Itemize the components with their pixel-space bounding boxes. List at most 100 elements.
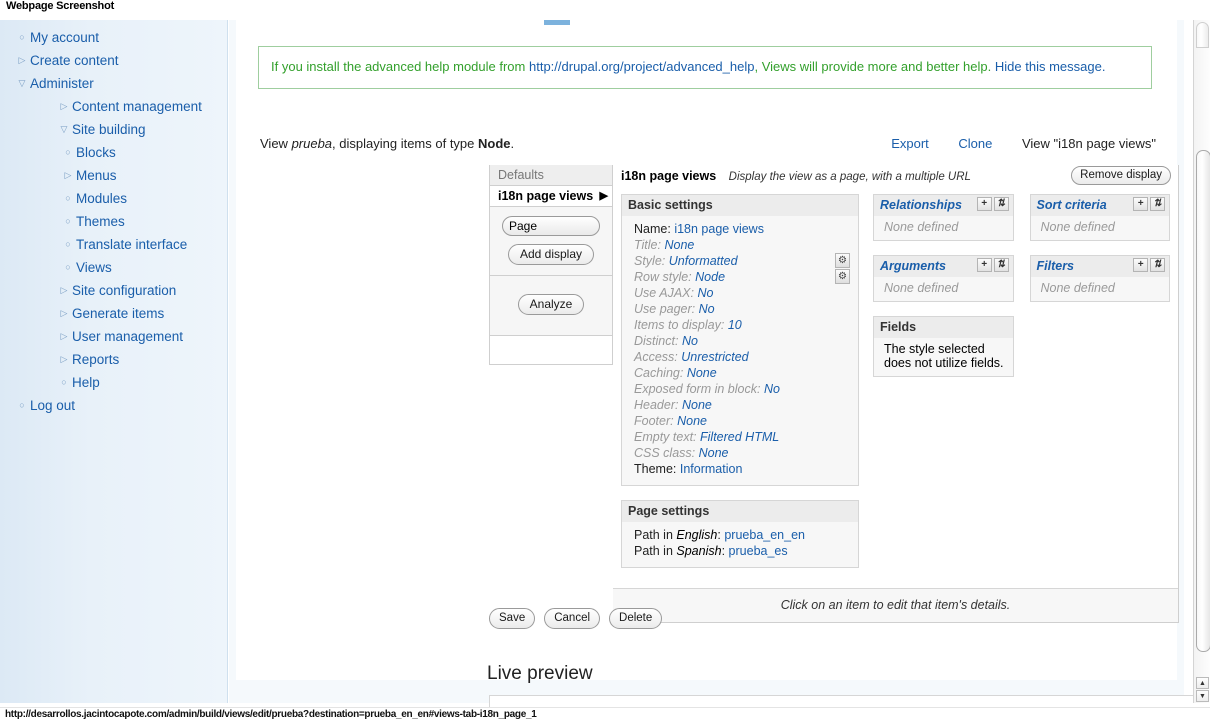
scroll-up-arrow-icon[interactable]: ▲: [1196, 677, 1209, 689]
setting-value[interactable]: Unformatted: [669, 254, 738, 268]
setting-row[interactable]: Access: Unrestricted: [624, 349, 852, 365]
setting-row[interactable]: Distinct: No: [624, 333, 852, 349]
setting-label: CSS class:: [634, 446, 696, 460]
rearrange-icon[interactable]: ⇅: [1150, 197, 1165, 211]
sidebar-item-reports[interactable]: ▷ Reports: [0, 348, 227, 371]
sidebar-item-translate-interface[interactable]: ○ Translate interface: [0, 233, 227, 256]
add-icon[interactable]: +: [1133, 197, 1148, 211]
sort-criteria-heading[interactable]: Sort criteria + ⇅: [1029, 194, 1170, 216]
sidebar-item-help[interactable]: ○ Help: [0, 371, 227, 394]
scrollbar-thumb[interactable]: [1196, 150, 1210, 652]
save-button[interactable]: Save: [489, 608, 536, 629]
setting-row[interactable]: Use AJAX: No: [624, 285, 852, 301]
triangle-right-icon: ▷: [60, 354, 68, 364]
export-link[interactable]: Export: [891, 136, 929, 151]
setting-label: Footer:: [634, 414, 674, 428]
add-icon[interactable]: +: [976, 197, 992, 211]
vertical-scrollbar[interactable]: ▲ ▼: [1193, 20, 1210, 703]
setting-row[interactable]: Row style: Node ⚙: [624, 269, 852, 285]
setting-value[interactable]: None: [687, 366, 717, 380]
setting-value[interactable]: None: [664, 238, 694, 252]
basic-settings-bucket: Basic settings Name: i18n page views Titl…: [621, 194, 859, 486]
sidebar-item-label: Generate items: [72, 306, 165, 321]
sidebar-item-my-account[interactable]: ○ My account: [0, 26, 227, 49]
sidebar-item-generate-items[interactable]: ▷ Generate items: [0, 302, 227, 325]
setting-value[interactable]: None: [677, 414, 707, 428]
setting-value[interactable]: Unrestricted: [681, 350, 748, 364]
delete-button[interactable]: Delete: [609, 608, 663, 629]
gear-icon[interactable]: ⚙: [835, 269, 850, 284]
display-tab-i18n-page-views[interactable]: i18n page views ▶: [490, 186, 612, 207]
setting-row[interactable]: Empty text: Filtered HTML: [624, 429, 852, 445]
sidebar-item-menus[interactable]: ▷ Menus: [0, 164, 227, 187]
rearrange-icon[interactable]: ⇅: [993, 258, 1009, 272]
setting-value[interactable]: No: [697, 286, 713, 300]
live-preview-heading: Live preview: [487, 663, 593, 684]
add-icon[interactable]: +: [1133, 258, 1148, 272]
page-setting-value[interactable]: prueba_en_en: [724, 528, 805, 542]
sidebar-item-label: Site building: [72, 122, 146, 137]
advanced-help-link[interactable]: http://drupal.org/project/advanced_help: [529, 59, 755, 74]
sidebar-item-user-management[interactable]: ▷ User management: [0, 325, 227, 348]
scroll-down-arrow-icon[interactable]: ▼: [1196, 690, 1209, 702]
sidebar-item-site-configuration[interactable]: ▷ Site configuration: [0, 279, 227, 302]
display-tab-defaults[interactable]: Defaults: [490, 165, 612, 186]
add-icon[interactable]: +: [976, 258, 992, 272]
status-bar: http://desarrollos.jacintocapote.com/adm…: [0, 707, 1210, 723]
page-setting-value[interactable]: prueba_es: [729, 544, 788, 558]
gear-icon[interactable]: ⚙: [835, 253, 850, 268]
analyze-button[interactable]: Analyze: [517, 294, 585, 315]
setting-value[interactable]: No: [764, 382, 780, 396]
clone-link[interactable]: Clone: [958, 136, 992, 151]
sidebar-item-modules[interactable]: ○ Modules: [0, 187, 227, 210]
setting-value[interactable]: No: [682, 334, 698, 348]
setting-value[interactable]: Information: [680, 462, 743, 476]
arguments-heading[interactable]: Arguments + ⇅: [873, 255, 1014, 277]
setting-row[interactable]: Name: i18n page views: [624, 221, 852, 237]
sidebar-item-themes[interactable]: ○ Themes: [0, 210, 227, 233]
setting-value[interactable]: i18n page views: [674, 222, 764, 236]
edit-hint-text: Click on an item to edit that item's det…: [613, 588, 1178, 622]
page-setting-language: English: [676, 528, 718, 542]
setting-row[interactable]: Footer: None: [624, 413, 852, 429]
setting-value[interactable]: 10: [728, 318, 742, 332]
sidebar-item-log-out[interactable]: ○ Log out: [0, 394, 227, 417]
sidebar-item-blocks[interactable]: ○ Blocks: [0, 141, 227, 164]
setting-row[interactable]: Style: Unformatted ⚙: [624, 253, 852, 269]
sidebar-item-administer[interactable]: ▽ Administer: [0, 72, 227, 95]
sidebar-item-site-building[interactable]: ▽ Site building: [0, 118, 227, 141]
rearrange-icon[interactable]: ⇅: [1150, 258, 1165, 272]
fields-message: The style selected does not utilize fiel…: [884, 342, 1004, 370]
sidebar-item-views[interactable]: ○ Views: [0, 256, 227, 279]
scrollbar-track-top: [1196, 22, 1209, 48]
relationships-heading[interactable]: Relationships + ⇅: [873, 194, 1014, 216]
setting-row[interactable]: Title: None: [624, 237, 852, 253]
hide-message-link[interactable]: Hide this message.: [995, 59, 1106, 74]
active-tab-indicator: [544, 20, 570, 25]
display-type-select[interactable]: Page: [502, 216, 600, 236]
page-setting-row[interactable]: Path in Spanish: prueba_es: [624, 543, 852, 559]
filters-heading[interactable]: Filters + ⇅: [1029, 255, 1170, 277]
setting-value[interactable]: No: [699, 302, 715, 316]
setting-value[interactable]: None: [699, 446, 729, 460]
setting-row[interactable]: Exposed form in block: No: [624, 381, 852, 397]
sidebar-item-create-content[interactable]: ▷ Create content: [0, 49, 227, 72]
setting-value[interactable]: Filtered HTML: [700, 430, 779, 444]
setting-label: Use pager:: [634, 302, 696, 316]
setting-row[interactable]: CSS class: None: [624, 445, 852, 461]
setting-row[interactable]: Use pager: No: [624, 301, 852, 317]
rearrange-icon[interactable]: ⇅: [993, 197, 1009, 211]
setting-row[interactable]: Theme: Information: [624, 461, 852, 477]
filters-body: None defined: [1029, 277, 1170, 302]
view-page-link[interactable]: View "i18n page views": [1022, 136, 1156, 151]
setting-value[interactable]: Node: [695, 270, 725, 284]
page-setting-row[interactable]: Path in English: prueba_en_en: [624, 527, 852, 543]
setting-row[interactable]: Items to display: 10: [624, 317, 852, 333]
setting-row[interactable]: Caching: None: [624, 365, 852, 381]
sidebar-item-content-management[interactable]: ▷ Content management: [0, 95, 227, 118]
setting-value[interactable]: None: [682, 398, 712, 412]
setting-row[interactable]: Header: None: [624, 397, 852, 413]
cancel-button[interactable]: Cancel: [544, 608, 601, 629]
add-display-button[interactable]: Add display: [507, 244, 595, 265]
remove-display-button[interactable]: Remove display: [1071, 166, 1171, 185]
